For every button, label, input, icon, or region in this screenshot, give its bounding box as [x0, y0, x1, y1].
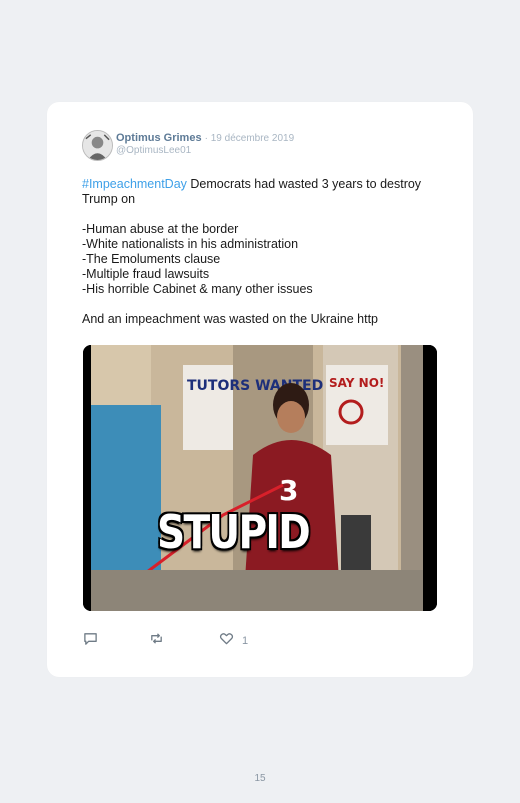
list-item: -White nationalists in his administratio…: [82, 237, 299, 251]
like-count: 1: [242, 635, 249, 647]
sign-text: SAY NO!: [329, 376, 384, 390]
avatar[interactable]: [82, 130, 113, 161]
tweet-text: #ImpeachmentDay Democrats had wasted 3 y…: [82, 177, 432, 327]
retweet-icon: [149, 631, 164, 651]
tweet-date[interactable]: · 19 décembre 2019: [205, 133, 295, 144]
reply-button[interactable]: [83, 632, 98, 650]
tweet-card: Optimus Grimes · 19 décembre 2019 @Optim…: [47, 102, 473, 677]
author-line: Optimus Grimes · 19 décembre 2019: [116, 132, 294, 144]
tweet-actions: 1: [83, 632, 283, 652]
hashtag-link[interactable]: #ImpeachmentDay: [82, 177, 187, 191]
tweet-media-gif[interactable]: TUTORS WANTED SAY NO! 3 STUPID: [83, 345, 437, 611]
list-item: -His horrible Cabinet & many other issue…: [82, 282, 313, 296]
author-handle[interactable]: @OptimusLee01: [116, 145, 191, 156]
author-name[interactable]: Optimus Grimes: [116, 132, 202, 144]
list-item: -The Emoluments clause: [82, 252, 221, 266]
reply-icon: [83, 631, 98, 651]
heart-icon: [219, 631, 234, 651]
tweet-first-line: #ImpeachmentDay Democrats had wasted 3 y…: [82, 177, 432, 207]
list-item: -Human abuse at the border: [82, 222, 239, 236]
jersey-number: 3: [279, 474, 298, 507]
list-item: -Multiple fraud lawsuits: [82, 267, 210, 281]
retweet-button[interactable]: [149, 632, 164, 650]
gif-caption: STUPID: [156, 505, 311, 559]
tweet-closing: And an impeachment was wasted on the Ukr…: [82, 312, 379, 326]
like-button[interactable]: 1: [219, 632, 248, 650]
page-number: 15: [254, 773, 266, 784]
